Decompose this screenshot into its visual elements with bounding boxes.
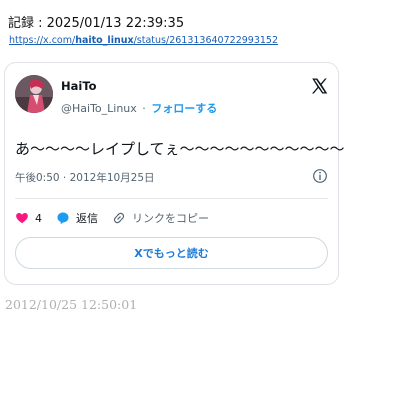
read-more-button[interactable]: Xでもっと読む: [15, 237, 328, 269]
tweet-timestamp-link[interactable]: 午後0:50 · 2012年10月25日: [15, 170, 155, 185]
reply-label: 返信: [76, 212, 98, 225]
copy-link-label: リンクをコピー: [132, 212, 209, 225]
speech-bubble-icon: [57, 212, 69, 225]
user-handle[interactable]: @HaiTo_Linux: [61, 102, 137, 115]
source-url-link[interactable]: https://x.com/haito_linux/status/2613136…: [9, 35, 278, 46]
copy-link-button[interactable]: リンクをコピー: [112, 210, 209, 226]
handle-row: @HaiTo_Linux · フォローする: [61, 100, 217, 116]
handle-separator: ·: [142, 102, 146, 115]
source-url-user: haito_linux: [75, 35, 134, 46]
archive-page: 記録 : 2025/01/13 22:39:35 https://x.com/h…: [0, 0, 402, 402]
source-url-prefix: https://x.com/: [9, 35, 76, 46]
card-divider: [15, 198, 328, 199]
tweet-text: あ〜〜〜〜レイプしてぇ〜〜〜〜〜〜〜〜〜〜〜: [15, 140, 345, 158]
avatar[interactable]: [15, 75, 53, 113]
embedded-tweet-card[interactable]: HaiTo @HaiTo_Linux · フォローする あ〜〜〜〜レイプしてぇ〜…: [4, 62, 345, 285]
info-icon[interactable]: [312, 168, 328, 184]
link-icon: [113, 212, 125, 224]
like-button[interactable]: 4: [15, 211, 42, 225]
heart-icon: [16, 213, 28, 224]
x-logo-icon[interactable]: [310, 77, 328, 95]
tweet-actions: 4 返信 リンクをコピー: [15, 209, 223, 227]
record-timestamp: 記録 : 2025/01/13 22:39:35: [8, 16, 185, 31]
archive-timestamp: 2012/10/25 12:50:01: [5, 297, 138, 312]
follow-button[interactable]: フォローする: [151, 102, 217, 115]
reply-button[interactable]: 返信: [56, 210, 98, 226]
avatar-image: [15, 75, 53, 113]
source-url-suffix: /status/261313640722993152: [133, 35, 278, 46]
display-name[interactable]: HaiTo: [61, 79, 97, 93]
like-count: 4: [35, 211, 42, 225]
